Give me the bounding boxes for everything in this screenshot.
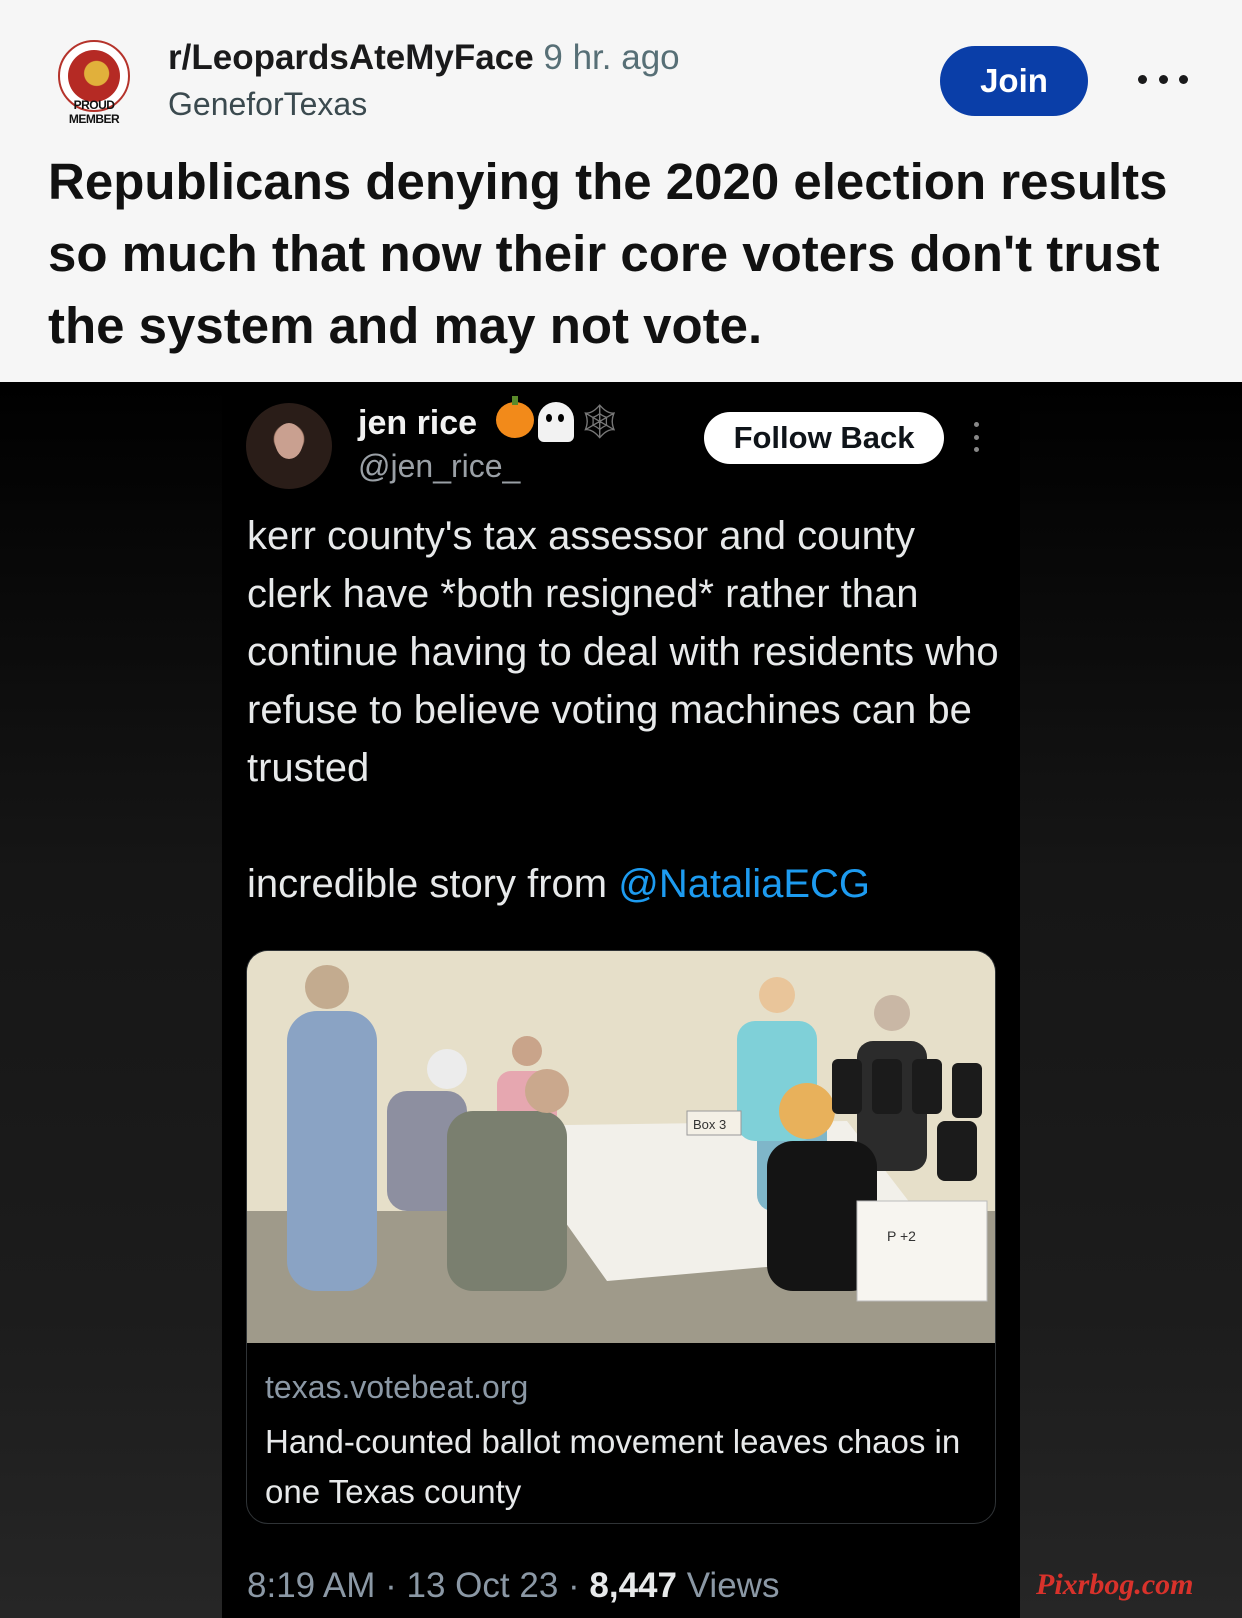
link-card[interactable]: Box 3 P +2 texas.votebeat.org Hand-count… [246, 950, 996, 1524]
views-label: Views [677, 1566, 780, 1605]
views-count: 8,447 [589, 1566, 677, 1605]
meta-separator: · [558, 1566, 590, 1605]
avatar-face [275, 423, 303, 459]
post-time: 9 hr. ago [543, 38, 680, 77]
tweet-meta: 8:19 AM · 13 Oct 23 · 8,447 Views [247, 1566, 779, 1606]
badge-caption: PROUD MEMBER [68, 98, 120, 126]
tweet-paragraph: kerr county's tax assessor and county cl… [247, 514, 999, 790]
subreddit-name[interactable]: r/LeopardsAteMyFace [168, 38, 534, 77]
watermark: Pixrbog.com [1036, 1568, 1194, 1601]
photo-label-p: P +2 [887, 1228, 916, 1244]
card-domain[interactable]: texas.votebeat.org [265, 1369, 528, 1406]
spider-web-icon: 🕸 [578, 403, 622, 441]
ghost-icon [538, 402, 574, 442]
reddit-post-header: PROUD MEMBER r/LeopardsAteMyFace 9 hr. a… [0, 0, 1242, 382]
tweet-author-handle[interactable]: @jen_rice_ [358, 448, 520, 485]
leopard-icon [68, 50, 120, 102]
mention-link[interactable]: @NataliaECG [618, 862, 870, 906]
tweet-more-icon[interactable] [972, 422, 980, 452]
pumpkin-icon [496, 396, 534, 438]
subreddit-line: r/LeopardsAteMyFace 9 hr. ago [168, 38, 680, 78]
card-headline[interactable]: Hand-counted ballot movement leaves chao… [265, 1417, 985, 1517]
tweet-date[interactable]: 13 Oct 23 [407, 1566, 559, 1605]
tweet-author-avatar[interactable] [246, 403, 332, 489]
post-author[interactable]: GeneforTexas [168, 86, 367, 123]
tweet-paragraph-2-text: incredible story from [247, 862, 619, 906]
post-title[interactable]: Republicans denying the 2020 election re… [48, 146, 1208, 362]
photo-label-box: Box 3 [693, 1117, 726, 1132]
tweet-author-name[interactable]: jen rice [358, 404, 477, 443]
tweet-text: kerr county's tax assessor and county cl… [247, 507, 1007, 913]
follow-back-button[interactable]: Follow Back [704, 412, 944, 464]
tweet-time[interactable]: 8:19 AM [247, 1566, 375, 1605]
photo-illustration: Box 3 P +2 [247, 951, 995, 1343]
tweet-paragraph-2: incredible story from @NataliaECG [247, 855, 1007, 913]
name-emojis: 🕸 [496, 396, 622, 442]
join-button[interactable]: Join [940, 46, 1088, 116]
meta-separator: · [375, 1566, 407, 1605]
article-photo[interactable]: Box 3 P +2 [247, 951, 995, 1343]
more-options-icon[interactable] [1138, 64, 1188, 94]
subreddit-avatar[interactable]: PROUD MEMBER [48, 40, 140, 132]
